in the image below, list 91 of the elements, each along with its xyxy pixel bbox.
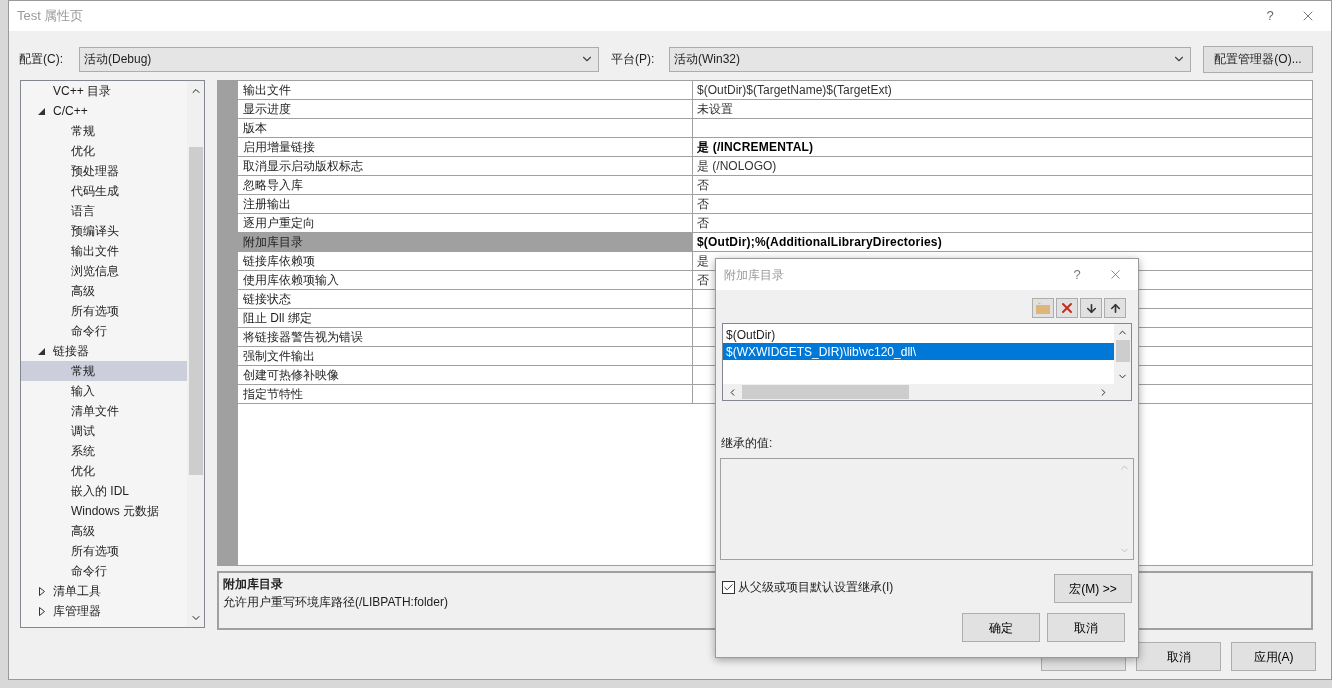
platform-label: 平台(P): [611,51,656,68]
scrollbar-thumb[interactable] [188,147,203,475]
config-label: 配置(C): [19,51,64,68]
tree-item[interactable]: 输入 [21,381,187,401]
help-button[interactable]: ? [1255,6,1285,26]
property-name[interactable]: 阻止 Dll 绑定 [238,309,693,327]
move-down-button[interactable] [1080,298,1102,318]
tree-item[interactable]: 代码生成 [21,181,187,201]
property-name[interactable]: 链接库依赖项 [238,252,693,270]
property-name[interactable]: 逐用户重定向 [238,214,693,232]
delete-icon [1059,300,1075,316]
property-value[interactable]: 是 (/INCREMENTAL) [693,138,1312,156]
scrollbar-thumb[interactable] [742,385,909,399]
tree-item[interactable]: 预编译头 [21,221,187,241]
list-item[interactable]: $(OutDir) [723,326,1114,343]
property-name[interactable]: 注册输出 [238,195,693,213]
property-name[interactable]: 启用增量链接 [238,138,693,156]
tree-item[interactable]: 浏览信息 [21,261,187,281]
arrow-up-icon [1108,301,1122,315]
property-value[interactable]: 否 [693,214,1312,232]
property-name[interactable]: 附加库目录 [238,233,693,251]
apply-button[interactable]: 应用(A) [1231,642,1316,671]
delete-button[interactable] [1056,298,1078,318]
tree-item[interactable]: 命令行 [21,321,187,341]
config-manager-button[interactable]: 配置管理器(O)... [1203,45,1313,73]
tree-item[interactable]: VC++ 目录 [51,82,114,100]
property-name[interactable]: 创建可热修补映像 [238,366,693,384]
description-text: 允许用户重写环境库路径(/LIBPATH:folder) [223,594,448,611]
tree-item[interactable]: 库管理器 [51,602,103,620]
tree-item[interactable]: 常规 [21,361,187,381]
tree-item[interactable]: 高级 [21,521,187,541]
tree-item[interactable]: 高级 [21,281,187,301]
tree-item[interactable]: 所有选项 [21,541,187,561]
vertical-scrollbar[interactable] [1114,324,1131,384]
collapsed-triangle-icon[interactable] [39,606,45,616]
arrow-down-icon [1084,301,1098,315]
property-name[interactable]: 显示进度 [238,100,693,118]
tree-item[interactable]: 命令行 [21,561,187,581]
tree-item[interactable]: 常规 [21,121,187,141]
inherited-label: 继承的值: [721,435,774,452]
tree-item[interactable]: 清单文件 [21,401,187,421]
tree-item[interactable]: Windows 元数据 [21,501,187,521]
list-item[interactable]: $(WXWIDGETS_DIR)\lib\vc120_dll\ [723,343,1114,360]
help-button[interactable]: ? [1062,264,1092,285]
property-name[interactable]: 链接状态 [238,290,693,308]
property-name[interactable]: 取消显示启动版权标志 [238,157,693,175]
tree-item[interactable]: 输出文件 [21,241,187,261]
property-name[interactable]: 忽略导入库 [238,176,693,194]
platform-dropdown[interactable]: 活动(Win32) [669,46,1191,72]
popup-title: 附加库目录 [724,266,785,284]
tree-item[interactable]: C/C++ [51,102,90,120]
expanded-triangle-icon[interactable] [38,107,45,115]
property-name[interactable]: 使用库依赖项输入 [238,271,693,289]
macros-button[interactable]: 宏(M) >> [1054,574,1132,603]
collapsed-triangle-icon[interactable] [39,586,45,596]
property-name[interactable]: 强制文件输出 [238,347,693,365]
tree-item[interactable]: 系统 [21,441,187,461]
property-value[interactable]: 否 [693,195,1312,213]
property-value[interactable]: 未设置 [693,100,1312,118]
tree-item[interactable]: 嵌入的 IDL [21,481,187,501]
move-up-button[interactable] [1104,298,1126,318]
vertical-scrollbar[interactable] [187,81,204,627]
tree-item[interactable]: 清单工具 [51,582,103,600]
tree-item[interactable]: 优化 [21,141,187,161]
tree-item[interactable]: 语言 [21,201,187,221]
property-name[interactable]: 版本 [238,119,693,137]
tree-item[interactable]: 所有选项 [21,301,187,321]
inherit-checkbox[interactable] [722,580,735,594]
property-value[interactable]: 否 [693,176,1312,194]
cancel-button[interactable]: 取消 [1047,613,1125,642]
tree-item[interactable]: 预处理器 [21,161,187,181]
horizontal-scrollbar[interactable] [723,384,1131,400]
check-icon [723,581,734,593]
window-title: Test 属性页 [17,7,85,26]
tree-item[interactable]: 优化 [21,461,187,481]
property-value[interactable]: $(OutDir);%(AdditionalLibraryDirectories) [693,233,1312,251]
property-name[interactable]: 指定节特性 [238,385,693,403]
property-name[interactable]: 输出文件 [238,81,693,99]
property-name[interactable]: 将链接器警告视为错误 [238,328,693,346]
property-value[interactable]: $(OutDir)$(TargetName)$(TargetExt) [693,81,1312,99]
checkbox-label: 从父级或项目默认设置继承(I) [738,579,894,596]
tree-item[interactable]: 链接器 [51,342,91,360]
cancel-button[interactable]: 取消 [1136,642,1221,671]
tree-item[interactable]: 调试 [21,421,187,441]
config-dropdown[interactable]: 活动(Debug) [79,46,599,72]
expanded-triangle-icon[interactable] [38,347,45,355]
scrollbar-thumb[interactable] [1115,340,1130,362]
ok-button[interactable]: 确定 [962,613,1040,642]
description-title: 附加库目录 [223,576,283,593]
folder-icon [1035,301,1051,315]
property-value[interactable]: 是 (/NOLOGO) [693,157,1312,175]
